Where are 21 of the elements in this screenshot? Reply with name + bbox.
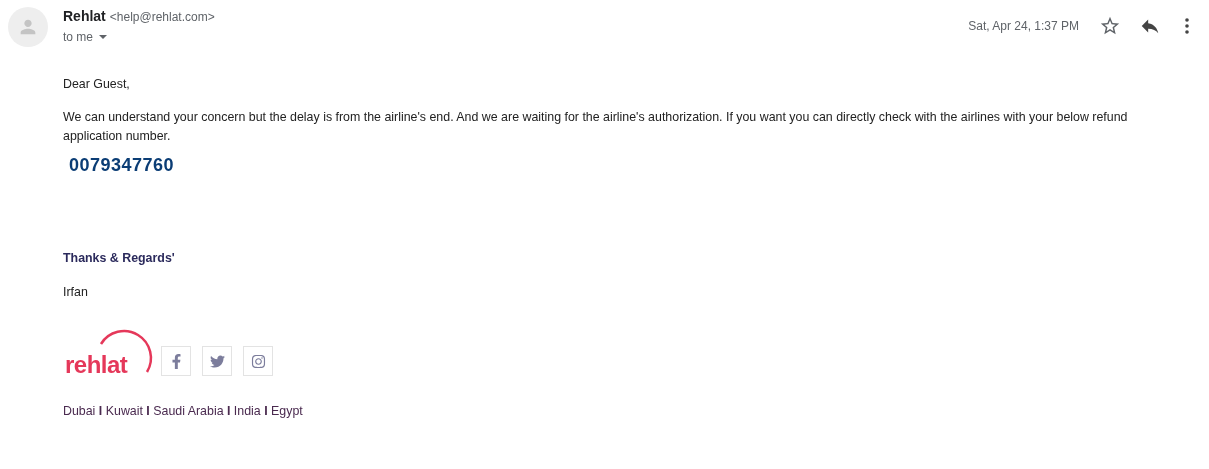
recipient-dropdown[interactable]: to me <box>63 28 215 46</box>
sender-name: Rehlat <box>63 7 106 25</box>
social-link[interactable] <box>161 346 191 376</box>
message-text: We can understand your concern but the delay is from the airline's end. And we are waiting for the airline's authorization. If you want you can directly check with the airlines with your below refund application number. <box>63 109 1129 145</box>
more-icon <box>1185 18 1189 34</box>
rehlat-logo: rehlat <box>63 326 157 378</box>
email-date: Sat, Apr 24, 1:37 PM <box>968 18 1079 35</box>
star-button[interactable] <box>1099 15 1121 37</box>
social-link[interactable] <box>243 346 273 376</box>
caret-icon <box>99 35 107 39</box>
star-icon <box>1099 15 1121 37</box>
signer-name: Irfan <box>63 284 89 301</box>
closing-text: Thanks & Regards' <box>63 250 176 267</box>
camera-icon <box>250 353 266 369</box>
bird-icon <box>209 353 225 369</box>
greeting: Dear Guest, <box>63 76 131 93</box>
refund-number: 0079347760 <box>69 156 175 175</box>
sender-email: <help@rehlat.com> <box>109 9 215 26</box>
more-button[interactable] <box>1185 18 1189 34</box>
social-link[interactable] <box>202 346 232 376</box>
office-locations: Dubai I Kuwait I Saudi Arabia I India I Egypt <box>63 403 304 420</box>
